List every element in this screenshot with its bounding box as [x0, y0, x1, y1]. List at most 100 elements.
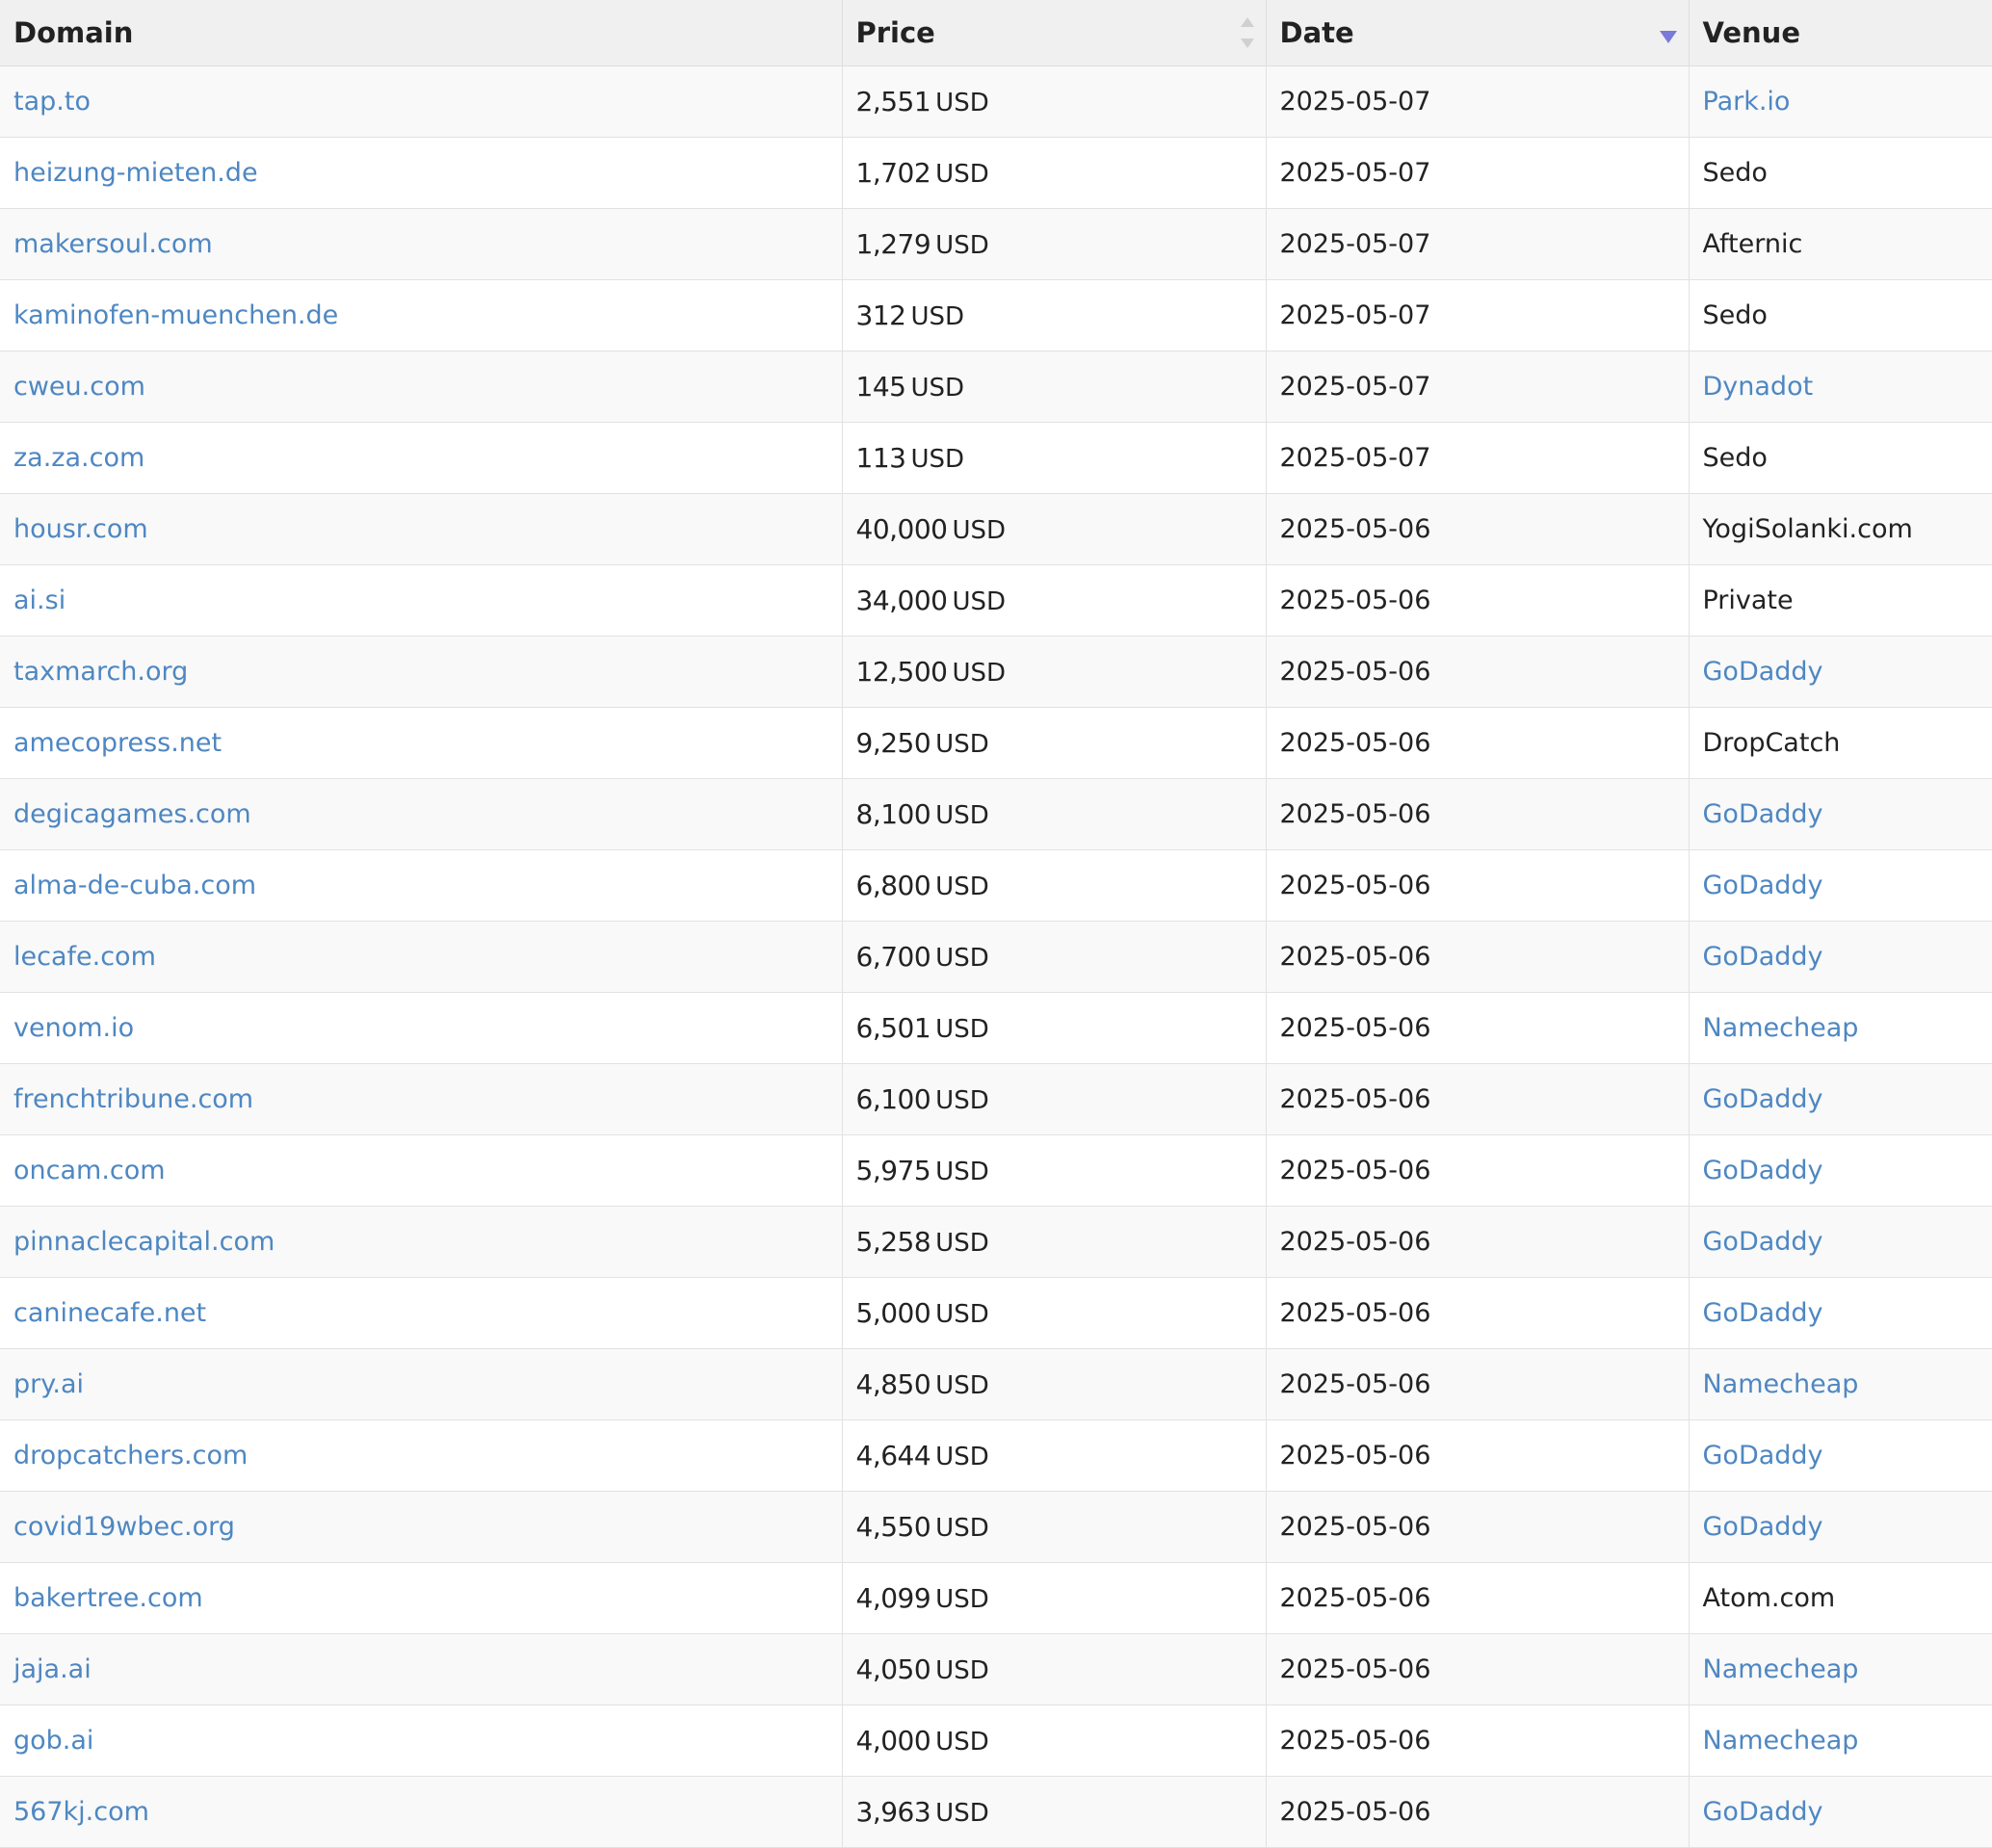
- venue-link[interactable]: GoDaddy: [1703, 1084, 1823, 1114]
- domain-link[interactable]: pinnaclecapital.com: [13, 1227, 275, 1257]
- price-currency: USD: [935, 872, 989, 901]
- venue-link[interactable]: GoDaddy: [1703, 657, 1823, 687]
- domain-link[interactable]: 567kj.com: [13, 1797, 149, 1827]
- price-cell: 4,000 USD: [842, 1705, 1267, 1777]
- venue-text: DropCatch: [1702, 728, 1841, 758]
- domain-link[interactable]: dropcatchers.com: [13, 1441, 248, 1471]
- domain-link[interactable]: caninecafe.net: [13, 1298, 206, 1328]
- domain-link[interactable]: kaminofen-muenchen.de: [13, 300, 338, 330]
- domain-link[interactable]: taxmarch.org: [13, 657, 188, 687]
- venue-cell: GoDaddy: [1689, 1063, 1992, 1135]
- price-cell: 312 USD: [842, 279, 1267, 351]
- domain-link[interactable]: pry.ai: [13, 1369, 84, 1399]
- date-cell: 2025-05-07: [1266, 351, 1690, 423]
- price-currency: USD: [952, 516, 1007, 545]
- domain-link[interactable]: cweu.com: [13, 372, 145, 402]
- venue-text: Sedo: [1702, 158, 1768, 188]
- domain-link[interactable]: degicagames.com: [13, 799, 251, 829]
- venue-text: Atom.com: [1702, 1583, 1836, 1613]
- domain-link[interactable]: heizung-mieten.de: [13, 158, 258, 188]
- column-header-date[interactable]: Date: [1266, 0, 1690, 66]
- venue-link[interactable]: Namecheap: [1703, 1369, 1859, 1399]
- domain-cell: covid19wbec.org: [0, 1491, 843, 1563]
- sort-unsorted-icon[interactable]: [1240, 17, 1254, 48]
- price-currency: USD: [935, 1015, 989, 1044]
- venue-cell: GoDaddy: [1689, 1491, 1992, 1563]
- venue-link[interactable]: GoDaddy: [1703, 1298, 1823, 1328]
- date-cell: 2025-05-06: [1266, 493, 1690, 565]
- table-row: bakertree.com 4,099 USD 2025-05-06 Atom.com: [0, 1562, 1992, 1634]
- venue-text: Afternic: [1702, 229, 1803, 259]
- price-currency: USD: [935, 1799, 989, 1828]
- column-header-price[interactable]: Price: [842, 0, 1267, 66]
- domain-cell: za.za.com: [0, 422, 843, 494]
- price-cell: 4,099 USD: [842, 1562, 1267, 1634]
- venue-link[interactable]: GoDaddy: [1703, 942, 1823, 972]
- domain-link[interactable]: ai.si: [13, 586, 66, 615]
- price-cell: 5,000 USD: [842, 1277, 1267, 1349]
- date-cell: 2025-05-07: [1266, 422, 1690, 494]
- price-cell: 4,550 USD: [842, 1491, 1267, 1563]
- venue-link[interactable]: GoDaddy: [1703, 1441, 1823, 1471]
- price-cell: 113 USD: [842, 422, 1267, 494]
- column-header-venue[interactable]: Venue: [1689, 0, 1992, 66]
- venue-link[interactable]: Park.io: [1703, 87, 1791, 117]
- venue-link[interactable]: Namecheap: [1703, 1726, 1859, 1756]
- venue-link[interactable]: GoDaddy: [1703, 871, 1823, 900]
- table-row: pinnaclecapital.com 5,258 USD 2025-05-06 GoD…: [0, 1206, 1992, 1278]
- venue-link[interactable]: Namecheap: [1703, 1654, 1859, 1684]
- price-amount: 4,644: [855, 1440, 931, 1471]
- domain-link[interactable]: housr.com: [13, 514, 148, 544]
- table-row: jaja.ai 4,050 USD 2025-05-06 Namecheap: [0, 1633, 1992, 1705]
- price-currency: USD: [935, 231, 989, 260]
- venue-link[interactable]: Dynadot: [1703, 372, 1814, 402]
- domain-link[interactable]: frenchtribune.com: [13, 1084, 253, 1114]
- column-header-venue-label: Venue: [1702, 16, 1801, 49]
- domain-cell: cweu.com: [0, 351, 843, 423]
- venue-cell: YogiSolanki.com: [1689, 493, 1992, 565]
- domain-link[interactable]: oncam.com: [13, 1156, 166, 1185]
- domain-cell: degicagames.com: [0, 778, 843, 850]
- date-cell: 2025-05-06: [1266, 778, 1690, 850]
- sort-descending-icon[interactable]: [1659, 31, 1677, 43]
- domain-sales-table: Domain Price Date Venue tap.to 2,551 USD 20…: [0, 0, 1992, 1848]
- price-amount: 5,975: [855, 1155, 931, 1186]
- price-cell: 6,100 USD: [842, 1063, 1267, 1135]
- domain-link[interactable]: tap.to: [13, 87, 91, 117]
- venue-link[interactable]: Namecheap: [1703, 1013, 1859, 1043]
- domain-link[interactable]: lecafe.com: [13, 942, 156, 972]
- domain-link[interactable]: makersoul.com: [13, 229, 213, 259]
- venue-link[interactable]: GoDaddy: [1703, 1227, 1823, 1257]
- domain-link[interactable]: gob.ai: [13, 1726, 93, 1756]
- domain-link[interactable]: covid19wbec.org: [13, 1512, 235, 1542]
- date-cell: 2025-05-06: [1266, 636, 1690, 708]
- date-cell: 2025-05-07: [1266, 279, 1690, 351]
- table-row: covid19wbec.org 4,550 USD 2025-05-06 GoDaddy: [0, 1491, 1992, 1563]
- domain-link[interactable]: bakertree.com: [13, 1583, 203, 1613]
- date-cell: 2025-05-06: [1266, 564, 1690, 637]
- venue-cell: GoDaddy: [1689, 1419, 1992, 1492]
- venue-link[interactable]: GoDaddy: [1703, 799, 1823, 829]
- price-amount: 113: [855, 442, 906, 474]
- date-cell: 2025-05-06: [1266, 1633, 1690, 1705]
- venue-link[interactable]: GoDaddy: [1703, 1797, 1823, 1827]
- venue-cell: GoDaddy: [1689, 921, 1992, 993]
- table-row: ai.si 34,000 USD 2025-05-06 Private: [0, 564, 1992, 637]
- table-body: tap.to 2,551 USD 2025-05-07 Park.io heizung-m…: [0, 65, 1992, 1848]
- domain-link[interactable]: za.za.com: [13, 443, 144, 473]
- domain-link[interactable]: amecopress.net: [13, 728, 222, 758]
- column-header-domain[interactable]: Domain: [0, 0, 843, 66]
- domain-cell: venom.io: [0, 992, 843, 1064]
- price-cell: 9,250 USD: [842, 707, 1267, 779]
- domain-link[interactable]: venom.io: [13, 1013, 134, 1043]
- price-amount: 9,250: [855, 727, 931, 759]
- domain-link[interactable]: jaja.ai: [13, 1654, 92, 1684]
- venue-link[interactable]: GoDaddy: [1703, 1156, 1823, 1185]
- domain-link[interactable]: alma-de-cuba.com: [13, 871, 256, 900]
- date-cell: 2025-05-06: [1266, 1562, 1690, 1634]
- price-amount: 6,800: [855, 870, 931, 901]
- venue-link[interactable]: GoDaddy: [1703, 1512, 1823, 1542]
- domain-cell: amecopress.net: [0, 707, 843, 779]
- price-currency: USD: [935, 1229, 989, 1258]
- price-amount: 145: [855, 371, 906, 403]
